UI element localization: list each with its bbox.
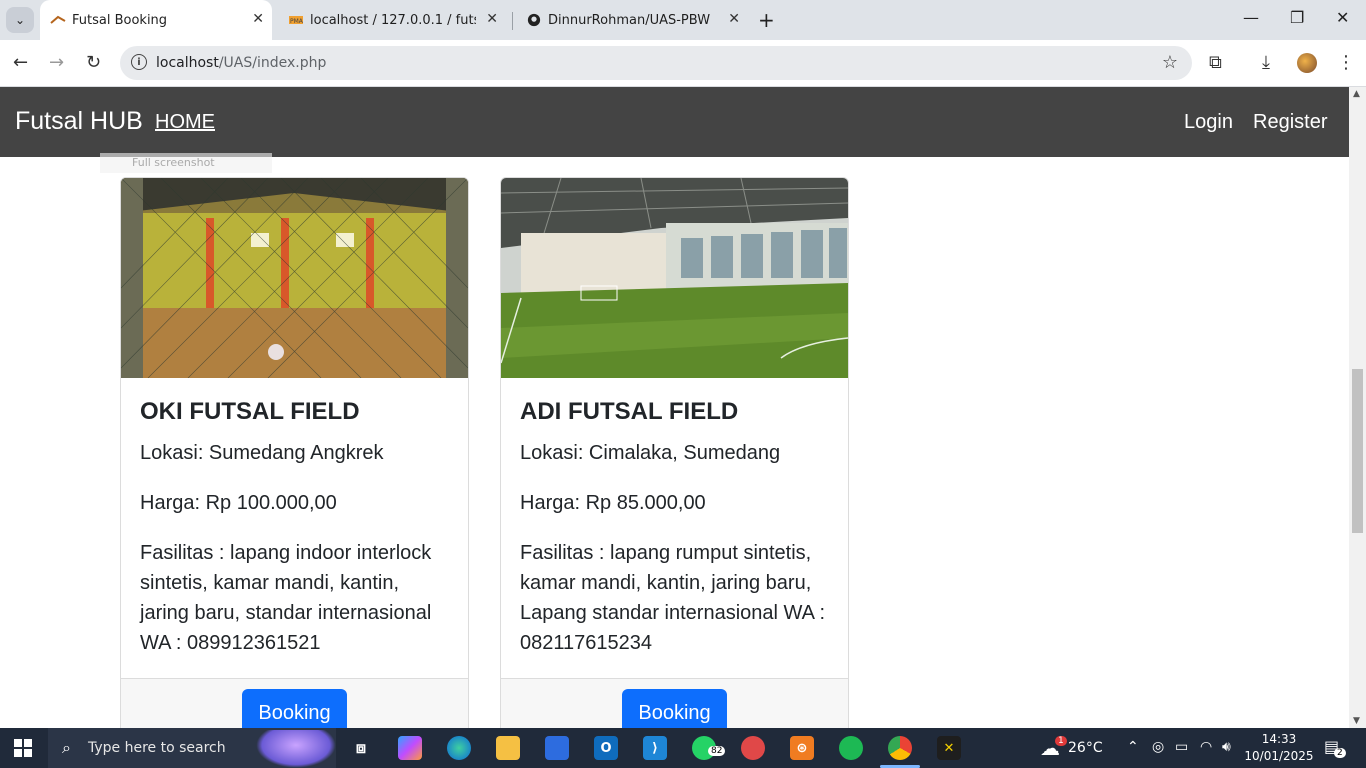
weather-alert-badge: 1	[1055, 736, 1067, 746]
nav-home-link[interactable]: HOME	[155, 111, 215, 134]
tab-futsal-booking[interactable]: Futsal Booking ✕	[40, 0, 272, 40]
booking-button[interactable]: Booking	[622, 689, 727, 728]
wifi-icon[interactable]: ◠	[1200, 739, 1212, 755]
scrollbar-thumb[interactable]	[1352, 369, 1363, 533]
clock-date: 10/01/2025	[1244, 749, 1314, 763]
site-navbar: Futsal HUB HOME Login Register	[0, 87, 1349, 157]
booking-button[interactable]: Booking	[242, 689, 347, 728]
field-facilities: Fasilitas : lapang rumput sintetis, kama…	[520, 542, 826, 654]
card-footer: Booking	[121, 678, 468, 728]
spotify-icon[interactable]	[839, 736, 863, 760]
search-icon: ⌕	[62, 738, 71, 757]
file-explorer-icon[interactable]	[496, 736, 520, 760]
minimize-icon[interactable]: —	[1243, 8, 1259, 27]
back-icon[interactable]: ←	[13, 52, 28, 73]
vscode-icon[interactable]: ⟩	[643, 736, 667, 760]
tab-label: Futsal Booking	[72, 12, 168, 28]
volume-icon[interactable]: 🔊︎	[1222, 739, 1231, 755]
browser-tab-strip: ⌄ Futsal Booking ✕ PMA localhost / 127.0…	[0, 0, 1366, 40]
tab-search-button[interactable]: ⌄	[6, 7, 34, 33]
xlaunch-icon[interactable]: ✕	[937, 736, 961, 760]
close-tab-icon[interactable]: ✕	[728, 11, 740, 27]
scroll-up-icon[interactable]: ▲	[1353, 89, 1360, 99]
taskbar-clock[interactable]: 14:33 10/01/2025	[1244, 731, 1314, 765]
reload-icon[interactable]: ↻	[86, 52, 101, 73]
chevron-down-icon: ⌄	[14, 13, 26, 27]
taskbar-search-box[interactable]: ⌕ Type here to search	[48, 728, 336, 768]
nav-login-link[interactable]: Login	[1184, 111, 1233, 134]
weather-temp: 26°C	[1068, 740, 1103, 756]
tab-separator	[512, 12, 513, 30]
brand-logo[interactable]: Futsal HUB	[15, 107, 143, 136]
taskbar-search-placeholder: Type here to search	[88, 740, 226, 756]
notification-badge: 2	[1334, 748, 1346, 758]
field-facilities: Fasilitas : lapang indoor interlock sint…	[140, 542, 432, 654]
edge-icon[interactable]	[447, 736, 471, 760]
profile-avatar[interactable]	[1297, 53, 1317, 73]
field-price: Harga: Rp 100.000,00	[140, 492, 337, 514]
site-info-icon[interactable]: i	[131, 54, 147, 70]
chrome-icon[interactable]	[888, 736, 912, 760]
svg-text:PMA: PMA	[290, 18, 304, 25]
field-photo-oki	[121, 178, 468, 378]
outlook-icon[interactable]: O	[594, 736, 618, 760]
url-path: /UAS/index.php	[218, 55, 327, 71]
copilot-icon[interactable]	[398, 736, 422, 760]
phpmyadmin-icon: PMA	[289, 16, 304, 25]
browser-toolbar: ← → ↻ i localhost/UAS/index.php ☆ ⧉ ⤓ ⋮	[0, 40, 1366, 87]
weather-widget[interactable]: ☁ 26°C	[1040, 728, 1103, 768]
forward-icon[interactable]: →	[49, 52, 64, 73]
tab-phpmyadmin[interactable]: PMA localhost / 127.0.0.1 / futsal_bo ✕	[278, 0, 506, 40]
new-tab-icon[interactable]: +	[758, 8, 775, 32]
field-price: Harga: Rp 85.000,00	[520, 492, 706, 514]
field-location: Lokasi: Sumedang Angkrek	[140, 442, 384, 464]
close-window-icon[interactable]: ✕	[1336, 8, 1349, 27]
url-host: localhost	[156, 55, 219, 71]
tab-label: DinnurRohman/UAS-PBW	[548, 12, 711, 28]
search-highlight-image	[256, 730, 336, 768]
windows-taskbar: ⌕ Type here to search ⧈ O ⟩ 82 ⊛ ✕ ☁ 26°…	[0, 728, 1366, 768]
show-hidden-icons-icon[interactable]: ⌃	[1127, 739, 1139, 755]
github-icon	[527, 13, 541, 27]
field-title: OKI FUTSAL FIELD	[140, 398, 360, 425]
address-bar[interactable]: i localhost/UAS/index.php ☆	[120, 46, 1192, 80]
close-tab-icon[interactable]: ✕	[252, 11, 264, 27]
field-card-adi: ADI FUTSAL FIELD Lokasi: Cimalaka, Sumed…	[500, 177, 849, 728]
battery-icon[interactable]: ▭	[1175, 739, 1188, 755]
windows-start-icon[interactable]	[14, 739, 32, 757]
meet-now-icon[interactable]: ◎	[1152, 739, 1164, 755]
page-viewport: Futsal HUB HOME Login Register Full scre…	[0, 87, 1349, 728]
restore-icon[interactable]: ❐	[1290, 8, 1304, 27]
close-tab-icon[interactable]: ✕	[486, 11, 498, 27]
field-title: ADI FUTSAL FIELD	[520, 398, 739, 425]
menu-kebab-icon[interactable]: ⋮	[1337, 52, 1355, 73]
tab-github[interactable]: DinnurRohman/UAS-PBW ✕	[516, 0, 748, 40]
field-card-oki: OKI FUTSAL FIELD Lokasi: Sumedang Angkre…	[120, 177, 469, 728]
site-favicon-icon	[50, 15, 66, 24]
bookmark-star-icon[interactable]: ☆	[1162, 52, 1178, 73]
scroll-down-icon[interactable]: ▼	[1353, 716, 1360, 726]
paint-icon[interactable]	[741, 736, 765, 760]
field-photo-adi	[501, 178, 848, 378]
download-icon[interactable]: ⤓	[1262, 52, 1270, 73]
extensions-icon[interactable]: ⧉	[1209, 52, 1222, 73]
task-view-icon[interactable]: ⧈	[349, 736, 373, 760]
field-location: Lokasi: Cimalaka, Sumedang	[520, 442, 781, 464]
page-scrollbar[interactable]: ▲ ▼	[1349, 87, 1366, 728]
screenshot-tooltip: Full screenshot	[100, 153, 272, 173]
tab-label: localhost / 127.0.0.1 / futsal_bo	[310, 12, 476, 28]
xampp-icon[interactable]: ⊛	[790, 736, 814, 760]
microsoft-store-icon[interactable]	[545, 736, 569, 760]
clock-time: 14:33	[1261, 732, 1297, 746]
whatsapp-badge: 82	[708, 746, 726, 756]
card-footer: Booking	[501, 678, 848, 728]
nav-register-link[interactable]: Register	[1253, 111, 1327, 134]
